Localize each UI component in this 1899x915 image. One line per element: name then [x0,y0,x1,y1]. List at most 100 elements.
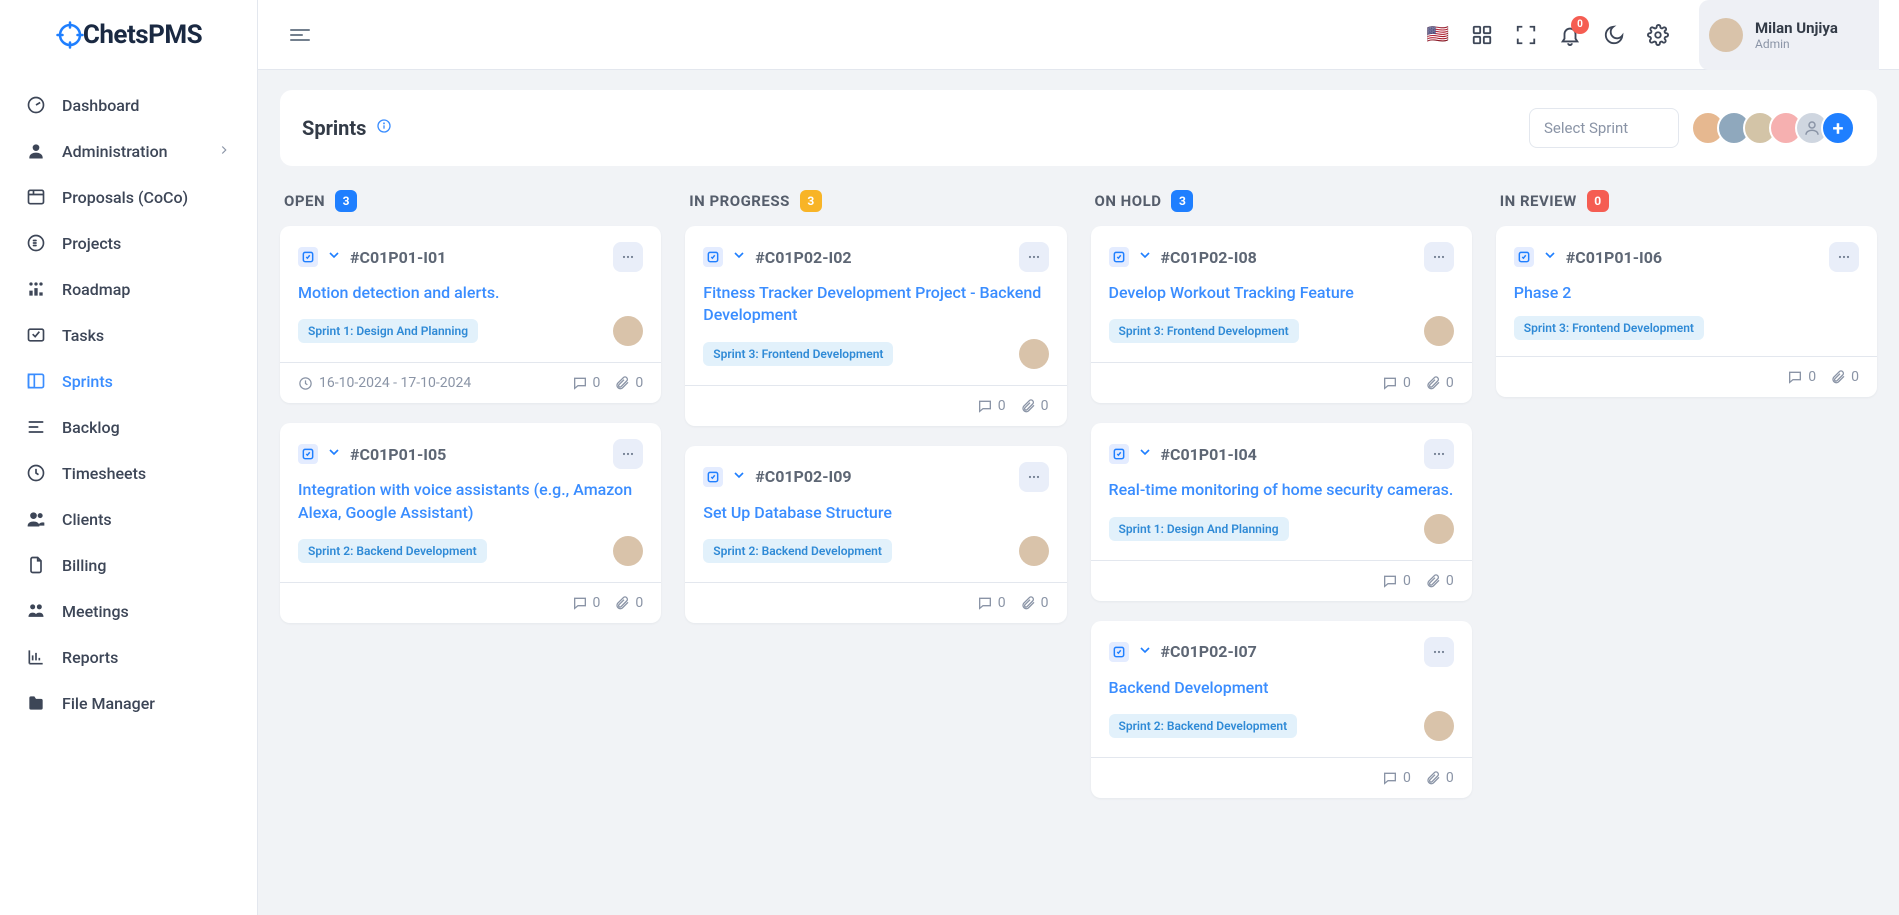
sprint-select[interactable]: Select Sprint [1529,108,1679,148]
sprint-tag[interactable]: Sprint 2: Backend Development [298,539,487,563]
chevron-down-icon[interactable] [1137,247,1153,267]
sprint-card[interactable]: #C01P01-I05 Integration with voice assist… [280,423,661,623]
sidebar-item-projects[interactable]: Projects [0,220,257,266]
topbar: 🇺🇸 0 Milan Unjiya Admin [258,0,1899,70]
attachments-count[interactable]: 0 [614,595,643,611]
attachments-count[interactable]: 0 [1425,573,1454,589]
nav-label: File Manager [62,694,155,713]
sprint-tag[interactable]: Sprint 3: Frontend Development [703,342,893,366]
nav-icon [26,187,46,207]
settings-icon[interactable] [1647,24,1669,46]
sprint-card[interactable]: #C01P01-I06Phase 2Sprint 3: Frontend Dev… [1496,226,1877,397]
comments-count[interactable]: 0 [1787,369,1816,385]
info-icon[interactable] [376,118,392,138]
attachments-count[interactable]: 0 [1020,595,1049,611]
sidebar-item-clients[interactable]: Clients [0,496,257,542]
card-title[interactable]: Backend Development [1109,677,1454,699]
comments-count[interactable]: 0 [572,375,601,391]
sidebar-item-file-manager[interactable]: File Manager [0,680,257,726]
chevron-down-icon[interactable] [1542,247,1558,267]
logo[interactable]: ChetsPMS [0,0,257,70]
sprint-tag[interactable]: Sprint 2: Backend Development [1109,714,1298,738]
sidebar-item-administration[interactable]: Administration [0,128,257,174]
sidebar-item-backlog[interactable]: Backlog [0,404,257,450]
attachments-count[interactable]: 0 [1425,770,1454,786]
card-more-button[interactable] [1424,439,1454,469]
card-more-button[interactable] [1019,462,1049,492]
chevron-down-icon[interactable] [731,467,747,487]
sprint-card[interactable]: #C01P02-I09Set Up Database StructureSpri… [685,446,1066,623]
sidebar-item-meetings[interactable]: Meetings [0,588,257,634]
chevron-down-icon[interactable] [326,444,342,464]
flag-icon[interactable]: 🇺🇸 [1427,24,1449,46]
bell-icon[interactable]: 0 [1559,24,1581,46]
apps-icon[interactable] [1471,24,1493,46]
nav-label: Billing [62,556,106,575]
user-menu[interactable]: Milan Unjiya Admin [1699,0,1879,70]
sidebar-item-timesheets[interactable]: Timesheets [0,450,257,496]
nav-icon [26,95,46,115]
sidebar-item-roadmap[interactable]: Roadmap [0,266,257,312]
sprint-tag[interactable]: Sprint 3: Frontend Development [1109,319,1299,343]
menu-toggle[interactable] [288,23,312,47]
assignee-avatar[interactable] [1424,316,1454,346]
sidebar-item-dashboard[interactable]: Dashboard [0,82,257,128]
card-more-button[interactable] [613,242,643,272]
sidebar-item-sprints[interactable]: Sprints [0,358,257,404]
card-more-button[interactable] [1019,242,1049,272]
card-title[interactable]: Motion detection and alerts. [298,282,643,304]
assignee-avatar[interactable] [613,536,643,566]
card-more-button[interactable] [1829,242,1859,272]
brand-text: ChetsPMS [83,20,202,50]
card-title[interactable]: Fitness Tracker Development Project - Ba… [703,282,1048,327]
assignee-avatar[interactable] [1019,339,1049,369]
column-header: IN REVIEW0 [1500,190,1873,212]
assignee-avatar[interactable] [1424,711,1454,741]
dark-mode-icon[interactable] [1603,24,1625,46]
fullscreen-icon[interactable] [1515,24,1537,46]
attachments-count[interactable]: 0 [1020,398,1049,414]
comments-count[interactable]: 0 [977,398,1006,414]
assignee-avatar[interactable] [1019,536,1049,566]
attachments-count[interactable]: 0 [614,375,643,391]
sprint-card[interactable]: #C01P02-I08Develop Workout Tracking Feat… [1091,226,1472,403]
card-title[interactable]: Develop Workout Tracking Feature [1109,282,1454,304]
assignee-avatar[interactable] [613,316,643,346]
nav-label: Roadmap [62,280,130,299]
comments-count[interactable]: 0 [977,595,1006,611]
task-type-icon [298,247,318,267]
assignee-avatar[interactable] [1424,514,1454,544]
comments-count[interactable]: 0 [1382,375,1411,391]
comments-count[interactable]: 0 [1382,770,1411,786]
chevron-down-icon[interactable] [731,247,747,267]
sidebar-item-reports[interactable]: Reports [0,634,257,680]
chevron-down-icon[interactable] [1137,444,1153,464]
sprint-card[interactable]: #C01P01-I01Motion detection and alerts.S… [280,226,661,403]
sprint-tag[interactable]: Sprint 1: Design And Planning [1109,517,1289,541]
card-title[interactable]: Set Up Database Structure [703,502,1048,524]
sidebar-item-proposals-coco[interactable]: Proposals (CoCo) [0,174,257,220]
card-more-button[interactable] [1424,637,1454,667]
sprint-tag[interactable]: Sprint 1: Design And Planning [298,319,478,343]
attachments-count[interactable]: 0 [1425,375,1454,391]
card-more-button[interactable] [1424,242,1454,272]
attachments-count[interactable]: 0 [1830,369,1859,385]
sprint-card[interactable]: #C01P02-I02Fitness Tracker Development P… [685,226,1066,426]
sprint-tag[interactable]: Sprint 2: Backend Development [703,539,892,563]
add-member-button[interactable]: + [1821,111,1855,145]
comments-count[interactable]: 0 [572,595,601,611]
card-title[interactable]: Integration with voice assistants (e.g.,… [298,479,643,524]
card-title[interactable]: Real-time monitoring of home security ca… [1109,479,1454,501]
comments-count[interactable]: 0 [1382,573,1411,589]
sidebar-item-billing[interactable]: Billing [0,542,257,588]
card-id: #C01P01-I05 [350,445,446,464]
sprint-card[interactable]: #C01P01-I04Real-time monitoring of home … [1091,423,1472,600]
card-title[interactable]: Phase 2 [1514,282,1859,304]
sprint-card[interactable]: #C01P02-I07Backend DevelopmentSprint 2: … [1091,621,1472,798]
chevron-down-icon[interactable] [326,247,342,267]
sidebar-item-tasks[interactable]: Tasks [0,312,257,358]
member-avatars[interactable]: + [1691,111,1855,145]
chevron-down-icon[interactable] [1137,642,1153,662]
card-more-button[interactable] [613,439,643,469]
sprint-tag[interactable]: Sprint 3: Frontend Development [1514,316,1704,340]
